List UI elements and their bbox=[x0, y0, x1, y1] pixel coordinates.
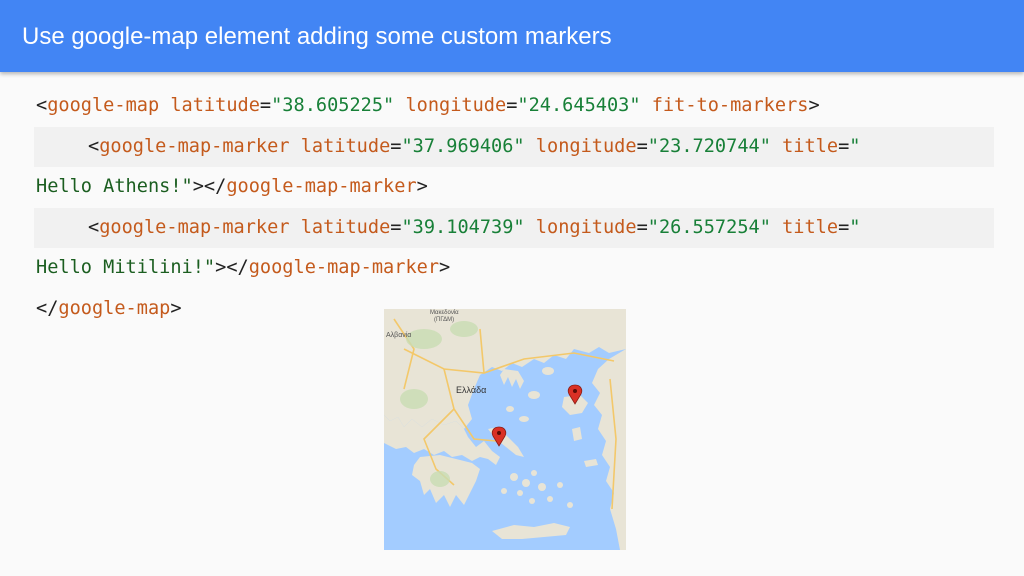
code-attr: latitude bbox=[289, 135, 391, 157]
map-label-greece: Ελλάδα bbox=[456, 385, 486, 395]
code-tag: google-map bbox=[47, 95, 160, 116]
code-token: = bbox=[636, 216, 648, 238]
code-tag: google-map-marker bbox=[248, 257, 440, 278]
code-string: "26.557254" bbox=[647, 216, 771, 238]
code-text: Hello Athens!" bbox=[36, 176, 193, 197]
code-token: = bbox=[390, 216, 402, 238]
code-token: = bbox=[636, 135, 648, 157]
map-label-macedonia: Μακεδονία bbox=[430, 310, 459, 316]
code-attr: latitude bbox=[289, 216, 391, 238]
code-attr: longitude bbox=[524, 216, 637, 238]
code-string: "39.104739" bbox=[401, 216, 525, 238]
map-label-albania: Αλβανία bbox=[386, 331, 411, 339]
code-string: "24.645403" bbox=[517, 95, 641, 116]
code-attr: longitude bbox=[394, 95, 507, 116]
code-tag: google-map-marker bbox=[99, 135, 290, 157]
code-tag: google-map-marker bbox=[99, 216, 290, 238]
map-canvas[interactable]: Αλβανία Μακεδονία (ΠΓΔΜ) Ελλάδα bbox=[384, 309, 626, 550]
code-attr: title bbox=[770, 216, 839, 238]
code-line-2: <google-map-marker latitude="37.969406" … bbox=[34, 126, 994, 167]
code-line-1: <google-map latitude="38.605225" longitu… bbox=[36, 86, 996, 127]
slide-title: Use google-map element adding some custo… bbox=[22, 23, 612, 50]
code-text: Hello Mitilini!" bbox=[36, 257, 216, 278]
code-token: > bbox=[439, 257, 451, 278]
code-token: > bbox=[416, 176, 428, 197]
code-token: < bbox=[88, 216, 100, 238]
code-line-4: <google-map-marker latitude="39.104739" … bbox=[34, 207, 994, 248]
code-token: = bbox=[838, 135, 850, 157]
code-token: ></ bbox=[192, 176, 227, 197]
map-pin-dot bbox=[573, 389, 577, 393]
code-tag: google-map-marker bbox=[226, 176, 417, 197]
code-token: = bbox=[390, 135, 402, 157]
code-string: "23.720744" bbox=[647, 135, 771, 157]
code-line-3: Hello Athens!"></google-map-marker> bbox=[36, 167, 996, 208]
code-attr: latitude bbox=[159, 95, 260, 116]
code-token: > bbox=[808, 95, 820, 116]
code-token: </ bbox=[36, 297, 59, 319]
code-block: <google-map latitude="38.605225" longitu… bbox=[34, 86, 996, 329]
code-string: " bbox=[849, 216, 861, 238]
code-tag: google-map bbox=[58, 297, 171, 319]
map-label-macedonia-sub: (ΠΓΔΜ) bbox=[434, 317, 454, 323]
code-token: > bbox=[170, 297, 182, 319]
code-string: " bbox=[849, 135, 861, 157]
code-attr: fit-to-markers bbox=[640, 95, 809, 116]
code-attr: title bbox=[770, 135, 839, 157]
code-token: < bbox=[36, 95, 48, 116]
code-string: "37.969406" bbox=[401, 135, 525, 157]
code-attr: longitude bbox=[524, 135, 637, 157]
slide-header: Use google-map element adding some custo… bbox=[0, 0, 1024, 72]
code-token: = bbox=[506, 95, 518, 116]
map-pin-dot bbox=[497, 431, 501, 435]
map-view[interactable]: Αλβανία Μακεδονία (ΠΓΔΜ) Ελλάδα bbox=[384, 309, 626, 550]
code-token: = bbox=[259, 95, 272, 116]
code-token: < bbox=[88, 135, 100, 157]
code-line-5: Hello Mitilini!"></google-map-marker> bbox=[36, 248, 996, 289]
code-token: ></ bbox=[215, 257, 249, 278]
code-token: = bbox=[838, 216, 850, 238]
code-string: "38.605225" bbox=[271, 95, 395, 116]
